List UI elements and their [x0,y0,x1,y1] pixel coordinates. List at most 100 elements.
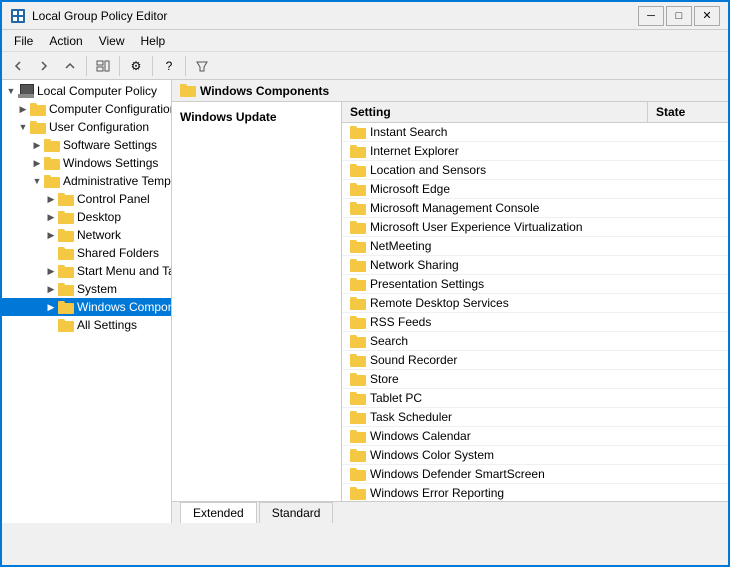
row-search[interactable]: Search [342,332,728,351]
show-hide-button[interactable] [91,55,115,77]
folder-icon-computer [30,103,46,116]
row-store[interactable]: Store [342,370,728,389]
expander-windows-settings[interactable]: ▶ [30,156,44,170]
state-user-exp-virt [648,225,728,229]
menu-view[interactable]: View [91,32,133,50]
maximize-button[interactable]: □ [666,6,692,26]
forward-button[interactable] [32,55,56,77]
tree-label-shared: Shared Folders [77,246,159,260]
tree-label-control: Control Panel [77,192,150,206]
tree-item-network[interactable]: ▶ Network [2,226,171,244]
title-bar: Local Group Policy Editor ─ □ ✕ [2,2,728,30]
up-button[interactable] [58,55,82,77]
tree-label-windows-settings: Windows Settings [63,156,158,170]
path-row: Windows Components [172,80,728,102]
tree-item-local-computer-policy[interactable]: ▼ Local Computer Policy [2,82,171,100]
row-defender-smartscreen[interactable]: Windows Defender SmartScreen [342,465,728,484]
tree-label-computer: Computer Configuration [49,102,172,116]
expander-software[interactable]: ▶ [30,138,44,152]
expander-control[interactable]: ▶ [44,192,58,206]
tree-item-user-config[interactable]: ▼ User Configuration [2,118,171,136]
properties-button[interactable]: ⚙ [124,55,148,77]
folder-icon-row [350,335,366,348]
state-task-scheduler [648,415,728,419]
tree-item-shared-folders[interactable]: ▶ Shared Folders [2,244,171,262]
tree-item-all-settings[interactable]: All Settings [2,316,171,334]
expander-local[interactable]: ▼ [4,84,18,98]
row-tablet-pc[interactable]: Tablet PC [342,389,728,408]
settings-pane[interactable]: Setting State Instant Search [342,102,728,501]
expander-computer[interactable]: ▶ [16,102,30,116]
state-netmeeting [648,244,728,248]
folder-icon-network [58,229,74,242]
row-error-reporting[interactable]: Windows Error Reporting [342,484,728,501]
folder-icon-row [350,202,366,215]
state-tablet-pc [648,396,728,400]
tree-item-computer-config[interactable]: ▶ Computer Configuration [2,100,171,118]
cell-remote-desktop: Remote Desktop Services [342,294,648,312]
folder-icon-row [350,316,366,329]
row-windows-calendar[interactable]: Windows Calendar [342,427,728,446]
tree-label-desktop: Desktop [77,210,121,224]
right-panel: Windows Components Windows Update Settin… [172,80,728,523]
expander-network[interactable]: ▶ [44,228,58,242]
tree-item-windows-components[interactable]: ▶ Windows Components [2,298,171,316]
tab-extended[interactable]: Extended [180,502,257,523]
menu-action[interactable]: Action [41,32,90,50]
pc-icon [18,84,34,98]
expander-user[interactable]: ▼ [16,120,30,134]
row-instant-search[interactable]: Instant Search [342,123,728,142]
folder-icon-row [350,373,366,386]
expander-admin[interactable]: ▼ [30,174,44,188]
tree-item-windows-settings[interactable]: ▶ Windows Settings [2,154,171,172]
state-error-reporting [648,491,728,495]
row-netmeeting[interactable]: NetMeeting [342,237,728,256]
tree-item-start-menu[interactable]: ▶ Start Menu and Taskbar [2,262,171,280]
folder-icon-wincomp [58,301,74,314]
state-search [648,339,728,343]
tree-panel[interactable]: ▼ Local Computer Policy ▶ Computer Confi… [2,80,172,523]
row-color-system[interactable]: Windows Color System [342,446,728,465]
tree-item-system[interactable]: ▶ System [2,280,171,298]
menu-help[interactable]: Help [133,32,174,50]
tree-item-software-settings[interactable]: ▶ Software Settings [2,136,171,154]
row-microsoft-edge[interactable]: Microsoft Edge [342,180,728,199]
row-sound-recorder[interactable]: Sound Recorder [342,351,728,370]
expander-wincomp[interactable]: ▶ [44,300,58,314]
folder-icon-admin [44,175,60,188]
expander-desktop[interactable]: ▶ [44,210,58,224]
row-presentation-settings[interactable]: Presentation Settings [342,275,728,294]
help-button[interactable]: ? [157,55,181,77]
folder-icon-row [350,449,366,462]
cell-location-sensors: Location and Sensors [342,161,648,179]
tab-standard[interactable]: Standard [259,502,334,523]
desc-title: Windows Update [180,110,333,124]
row-internet-explorer[interactable]: Internet Explorer [342,142,728,161]
row-mgmt-console[interactable]: Microsoft Management Console [342,199,728,218]
expander-system[interactable]: ▶ [44,282,58,296]
row-remote-desktop[interactable]: Remote Desktop Services [342,294,728,313]
folder-icon-row [350,354,366,367]
folder-icon-user [30,121,46,134]
row-network-sharing[interactable]: Network Sharing [342,256,728,275]
close-button[interactable]: ✕ [694,6,720,26]
row-rss-feeds[interactable]: RSS Feeds [342,313,728,332]
tree-item-admin-templates[interactable]: ▼ Administrative Templates [2,172,171,190]
tree-item-desktop[interactable]: ▶ Desktop [2,208,171,226]
cell-internet-explorer: Internet Explorer [342,142,648,160]
tree-item-control-panel[interactable]: ▶ Control Panel [2,190,171,208]
cell-windows-calendar: Windows Calendar [342,427,648,445]
menu-file[interactable]: File [6,32,41,50]
expander-start[interactable]: ▶ [44,264,58,278]
row-user-exp-virt[interactable]: Microsoft User Experience Virtualization [342,218,728,237]
tree-label-network: Network [77,228,121,242]
folder-icon-row [350,221,366,234]
state-remote-desktop [648,301,728,305]
minimize-button[interactable]: ─ [638,6,664,26]
filter-button[interactable] [190,55,214,77]
row-task-scheduler[interactable]: Task Scheduler [342,408,728,427]
row-location-sensors[interactable]: Location and Sensors [342,161,728,180]
back-button[interactable] [6,55,30,77]
tree-label-wincomp: Windows Components [77,300,172,314]
state-windows-calendar [648,434,728,438]
